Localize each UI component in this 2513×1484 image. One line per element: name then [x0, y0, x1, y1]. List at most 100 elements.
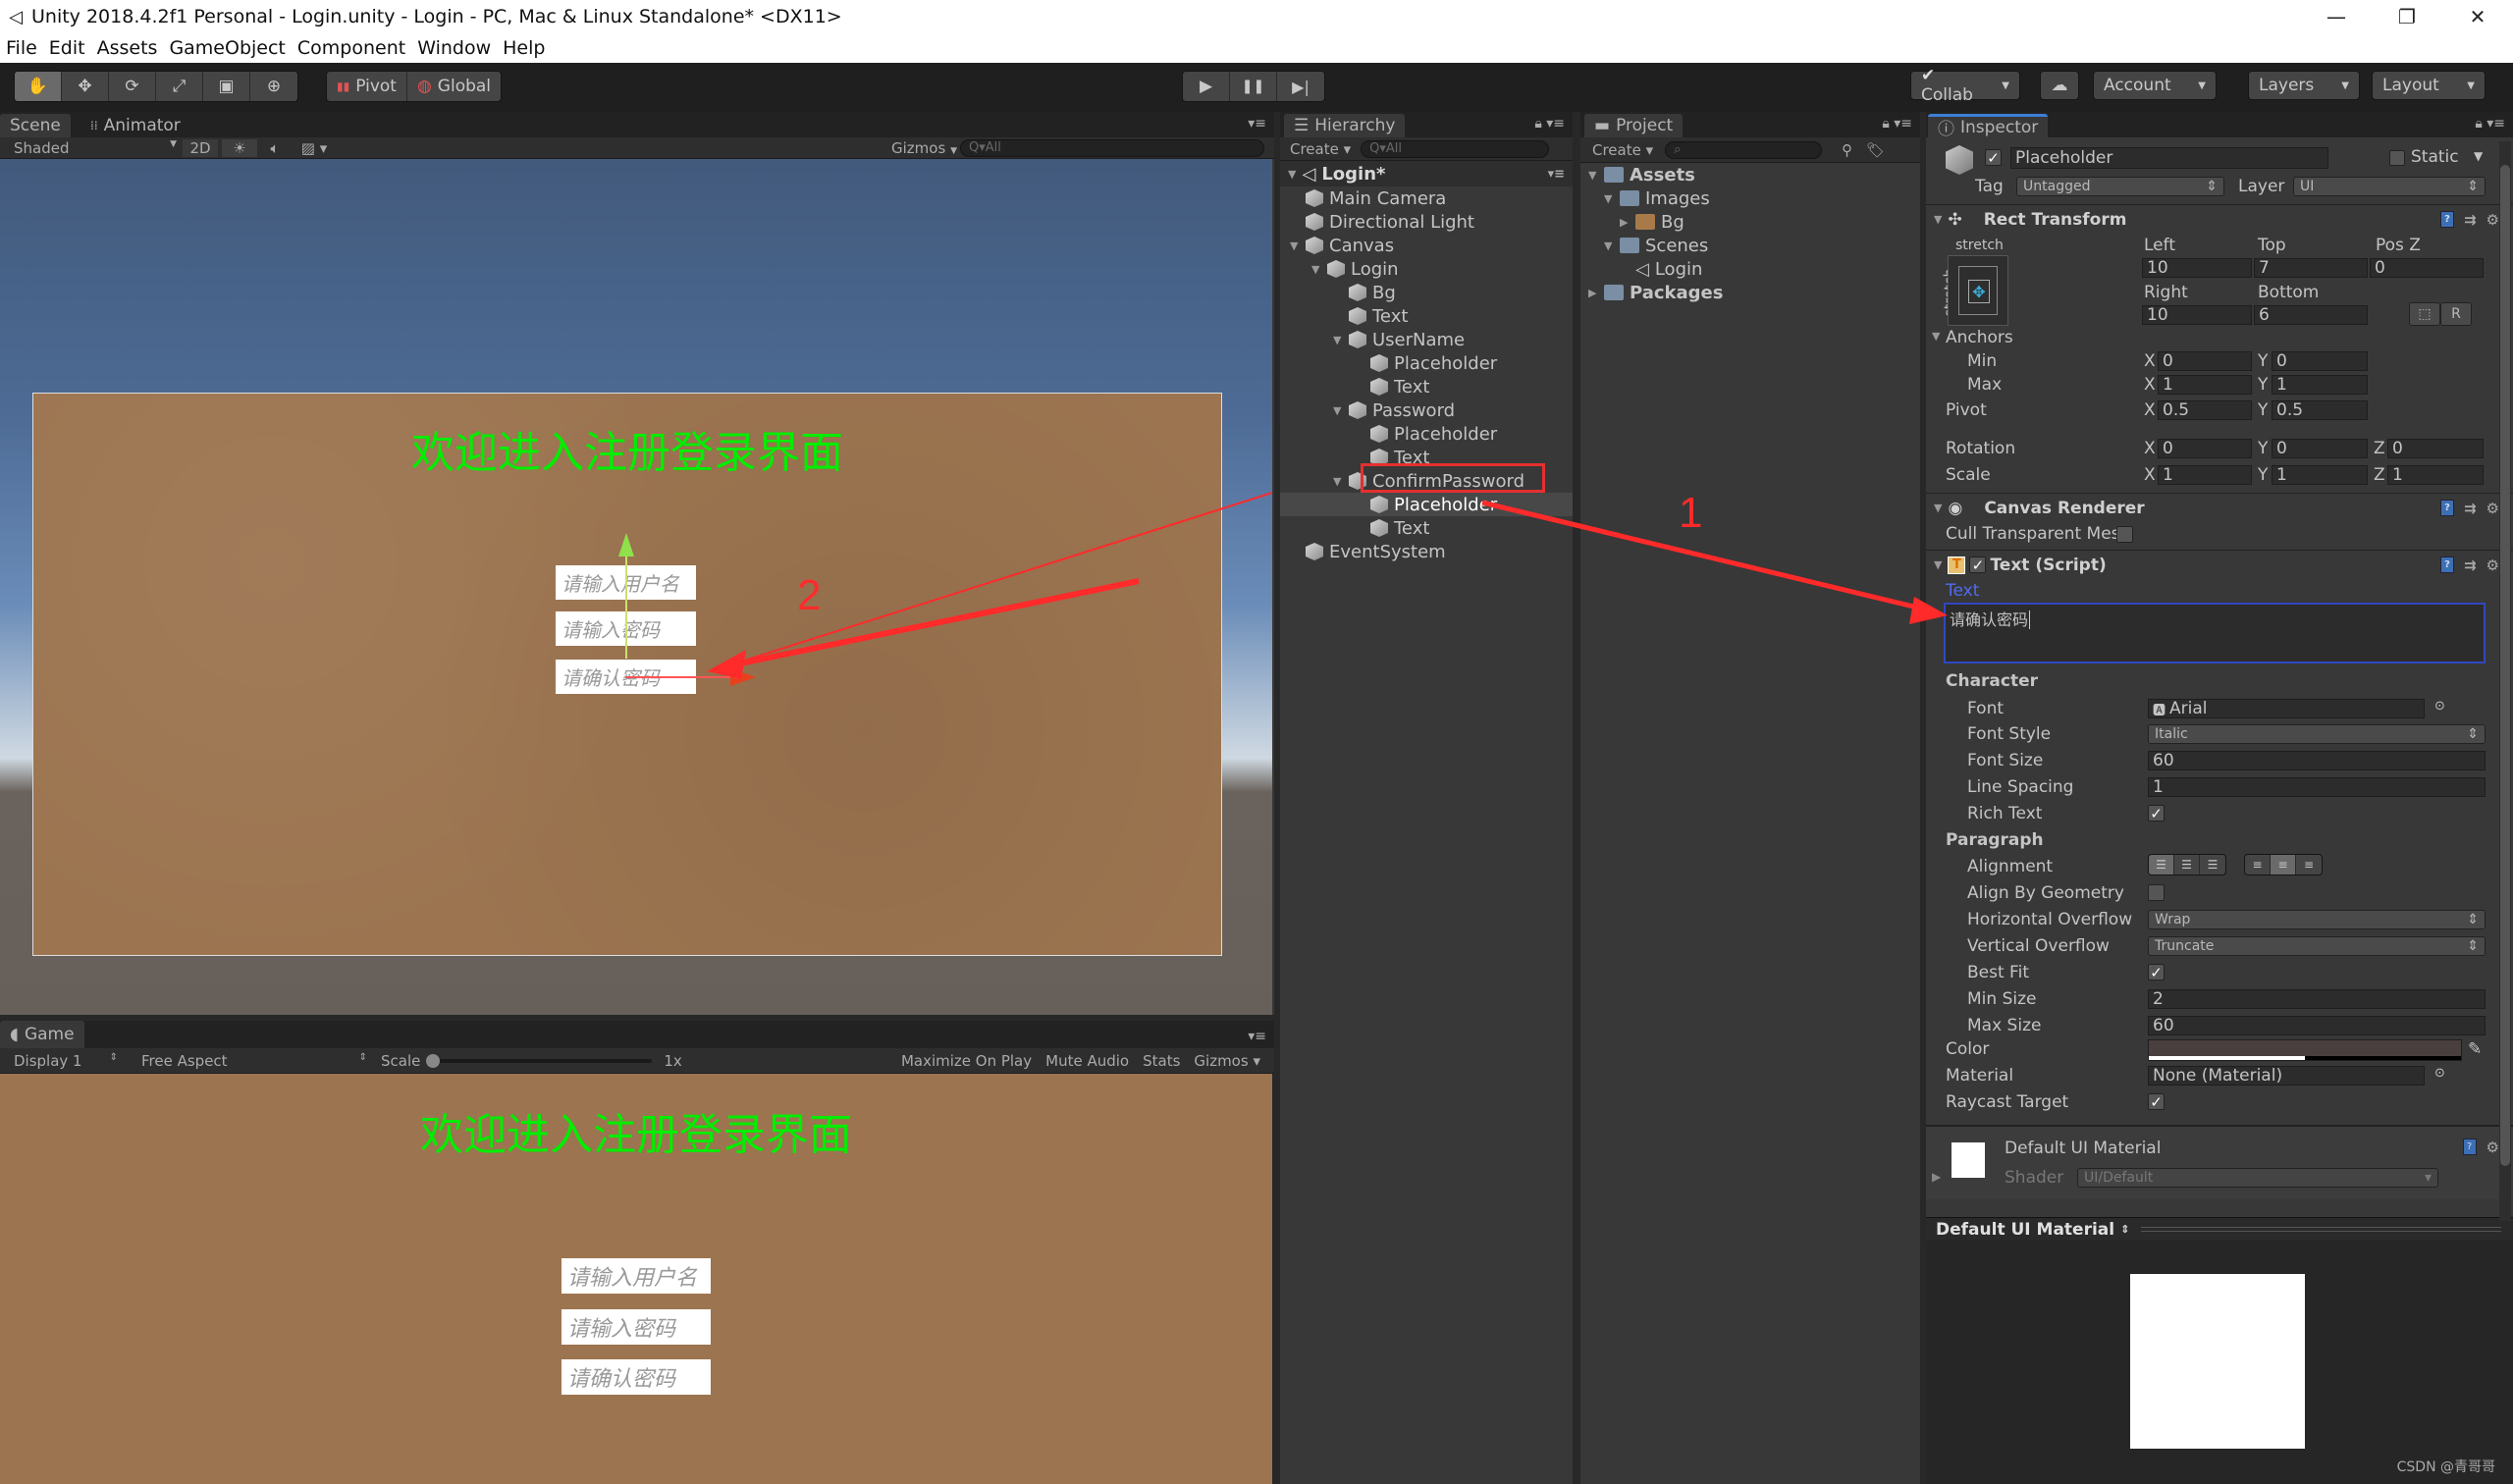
bottom-input[interactable]: 6 — [2254, 305, 2368, 325]
expand-arrow-icon[interactable]: ▼ — [1333, 404, 1341, 417]
menu-gameobject[interactable]: GameObject — [169, 37, 285, 59]
posz-input[interactable]: 0 — [2370, 258, 2484, 278]
expand-arrow-icon[interactable]: ▼ — [1333, 334, 1341, 346]
tab-project[interactable]: ▬ Project — [1584, 114, 1684, 137]
hierarchy-item[interactable]: ▼ Password — [1280, 398, 1573, 422]
material-object-field[interactable]: None (Material) — [2148, 1066, 2425, 1086]
text-enabled-checkbox[interactable]: ✓ — [1969, 556, 1987, 574]
align-bottom-icon[interactable]: ≡ — [2296, 855, 2322, 874]
raw-edit-button[interactable]: R — [2440, 302, 2472, 326]
font-size-input[interactable]: 60 — [2148, 751, 2486, 770]
project-item[interactable]: ▼ Images — [1580, 186, 1710, 210]
scene-search-input[interactable]: Q▾All — [960, 138, 1264, 157]
project-item[interactable]: ▼ Scenes — [1580, 234, 1708, 257]
color-swatch[interactable] — [2148, 1039, 2462, 1061]
expand-arrow-icon[interactable]: ▼ — [1311, 263, 1319, 276]
hierarchy-item[interactable]: ▼ Canvas — [1280, 234, 1573, 257]
font-style-dropdown[interactable]: Italic ⇕ — [2148, 724, 2486, 744]
game-confirm-input[interactable]: 请确认密码 — [561, 1359, 711, 1395]
menu-help[interactable]: Help — [503, 37, 545, 59]
game-view[interactable]: 欢迎进入注册登录界面 请输入用户名 请输入密码 请确认密码 — [0, 1074, 1272, 1484]
horizontal-overflow-dropdown[interactable]: Wrap ⇕ — [2148, 910, 2486, 929]
step-button[interactable]: ▶| — [1277, 72, 1324, 101]
expand-arrow-icon[interactable]: ▶ — [1588, 287, 1596, 299]
align-right-icon[interactable]: ☰ — [2200, 855, 2225, 874]
hierarchy-item[interactable]: Bg — [1280, 281, 1573, 304]
collab-dropdown[interactable]: ✔ Collab ▼ — [1910, 66, 2020, 105]
align-center-icon[interactable]: ☰ — [2174, 855, 2200, 874]
game-panel-menu-icon[interactable]: ▾≡ — [1248, 1029, 1266, 1044]
best-fit-checkbox[interactable]: ✓ — [2148, 964, 2165, 981]
hierarchy-scene-header[interactable]: ▼ ◁ Login* ▾≡ — [1280, 161, 1573, 186]
anchor-min-x[interactable]: 0 — [2158, 351, 2252, 371]
minimize-button[interactable]: — — [2301, 0, 2372, 33]
account-dropdown[interactable]: Account ▼ — [2093, 71, 2217, 100]
text-value-textarea[interactable]: 请确认密码 — [1944, 603, 2486, 663]
left-input[interactable]: 10 — [2142, 258, 2252, 278]
preview-header[interactable]: Default UI Material ⇕ — [1926, 1217, 2513, 1241]
hierarchy-item[interactable]: ▼ Login — [1280, 257, 1573, 281]
expand-arrow-icon[interactable]: ▼ — [1604, 239, 1612, 252]
preset-icon[interactable]: ⇉ — [2464, 500, 2477, 517]
canvas-renderer-header[interactable]: ▼ ◉ Canvas Renderer ? ⇉ ⚙ — [1926, 493, 2513, 522]
project-item[interactable]: ◁ Login — [1580, 257, 1702, 281]
hierarchy-item[interactable]: ▼ UserName — [1280, 328, 1573, 351]
eyedropper-icon[interactable]: ✎ — [2468, 1039, 2482, 1059]
rotation-z[interactable]: 0 — [2387, 439, 2484, 458]
scale-y[interactable]: 1 — [2272, 465, 2368, 485]
rich-text-checkbox[interactable]: ✓ — [2148, 805, 2165, 822]
raycast-target-checkbox[interactable]: ✓ — [2148, 1093, 2165, 1111]
shader-dropdown[interactable]: UI/Default ▾ — [2077, 1168, 2438, 1188]
maximize-on-play-toggle[interactable]: Maximize On Play — [901, 1052, 1032, 1070]
menu-component[interactable]: Component — [297, 37, 405, 59]
effects-dropdown-icon[interactable]: ▨ ▾ — [293, 139, 336, 157]
max-size-input[interactable]: 60 — [2148, 1016, 2486, 1035]
material-picker-icon[interactable]: ⊙ — [2434, 1066, 2445, 1081]
filter-by-label-icon[interactable]: 🏷︎ — [1866, 141, 1885, 159]
hierarchy-item[interactable]: EventSystem — [1280, 540, 1573, 563]
align-middle-icon[interactable]: ≡ — [2271, 855, 2296, 874]
stats-toggle[interactable]: Stats — [1143, 1052, 1180, 1070]
menu-window[interactable]: Window — [417, 37, 491, 59]
rect-tool-icon[interactable]: ▣ — [203, 72, 250, 101]
layout-dropdown[interactable]: Layout ▼ — [2372, 71, 2486, 100]
hierarchy-item[interactable]: Placeholder — [1280, 351, 1573, 375]
anchor-max-x[interactable]: 1 — [2158, 375, 2252, 395]
gizmos-dropdown[interactable]: Gizmos ▼ — [891, 139, 960, 157]
scale-tool-icon[interactable]: ⤢ — [156, 72, 203, 101]
text-script-header[interactable]: ▼ T ✓ Text (Script) ? ⇉ ⚙ — [1926, 550, 2513, 579]
lighting-toggle-icon[interactable]: ☀ — [222, 138, 257, 157]
tab-game[interactable]: ◖ Game — [0, 1021, 84, 1048]
project-item[interactable]: ▼ Assets — [1580, 163, 1695, 186]
tab-hierarchy[interactable]: ☰ Hierarchy — [1284, 114, 1406, 137]
help-book-icon[interactable]: ? — [2439, 499, 2454, 516]
align-top-icon[interactable]: ≡ — [2245, 855, 2271, 874]
move-tool-icon[interactable]: ✥ — [62, 72, 109, 101]
preset-icon[interactable]: ⇉ — [2464, 556, 2477, 574]
gear-icon[interactable]: ⚙ — [2486, 556, 2499, 574]
aspect-dropdown[interactable]: Free Aspect ⇕ — [124, 1052, 373, 1070]
display-dropdown[interactable]: Display 1 ⇕ — [0, 1052, 124, 1070]
close-button[interactable]: ✕ — [2442, 0, 2513, 33]
help-book-icon[interactable]: ? — [2439, 556, 2454, 573]
pivot-button[interactable]: ▮▮ Pivot — [327, 72, 407, 101]
scale-slider[interactable] — [426, 1053, 653, 1068]
menu-edit[interactable]: Edit — [49, 37, 85, 59]
hierarchy-item[interactable]: Directional Light — [1280, 210, 1573, 234]
static-checkbox[interactable] — [2389, 150, 2405, 166]
layers-dropdown[interactable]: Layers ▼ — [2248, 71, 2360, 100]
align-left-icon[interactable]: ☰ — [2149, 855, 2174, 874]
menu-file[interactable]: File — [6, 37, 37, 59]
static-dropdown-icon[interactable]: ▼ — [2474, 149, 2483, 163]
right-input[interactable]: 10 — [2142, 305, 2252, 325]
hierarchy-item[interactable]: Text — [1280, 375, 1573, 398]
hand-tool-icon[interactable]: ✋ — [15, 72, 62, 101]
expand-arrow-icon[interactable]: ▼ — [1333, 475, 1341, 488]
game-gizmos-dropdown[interactable]: Gizmos ▾ — [1194, 1052, 1260, 1070]
min-size-input[interactable]: 2 — [2148, 989, 2486, 1009]
project-search-input[interactable]: ⌕ — [1665, 140, 1823, 159]
help-book-icon[interactable]: ? — [2439, 210, 2454, 228]
anchor-min-y[interactable]: 0 — [2272, 351, 2368, 371]
rotate-tool-icon[interactable]: ⟳ — [109, 72, 156, 101]
font-picker-icon[interactable]: ⊙ — [2434, 699, 2445, 714]
